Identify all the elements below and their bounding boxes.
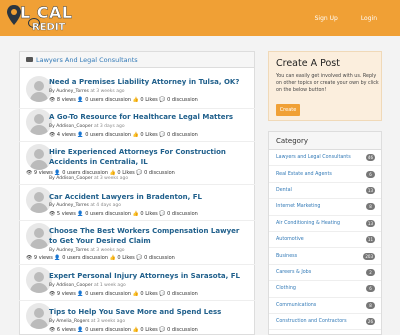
category-label[interactable]: Dental: [276, 188, 292, 193]
post-meta: By Addison_Cooper at 3 days ago: [49, 124, 125, 129]
post-meta: By Audney_Torres at 4 days ago: [49, 203, 121, 208]
divider: [19, 141, 255, 142]
category-item[interactable]: Clothing 6: [269, 281, 381, 298]
by-label: By: [49, 176, 55, 181]
author-name[interactable]: Addison_Cooper: [56, 124, 92, 129]
top-nav: Sign Up Login: [315, 0, 400, 36]
post-meta: By Addison_Cooper at 1 week ago: [49, 283, 126, 288]
by-label: By: [49, 89, 55, 94]
category-label[interactable]: Air Conditioning & Heating: [276, 221, 340, 226]
post-title[interactable]: A Go-To Resource for Healthcare Legal Ma…: [49, 113, 233, 121]
category-count: 6: [366, 285, 375, 293]
post-time: at 3 weeks ago: [90, 319, 126, 324]
top-navbar: L CAL REDIT Sign Up Login: [0, 0, 400, 36]
category-count: 11: [365, 236, 375, 244]
category-label[interactable]: Communications: [276, 303, 316, 308]
post-title[interactable]: Choose The Best Workers Compensation Law…: [49, 227, 247, 246]
post-title[interactable]: Car Accident Lawyers in Bradenton, FL: [49, 193, 202, 201]
category-item[interactable]: Real Estate and Agents 6: [269, 166, 381, 183]
category-count: 13: [365, 219, 375, 227]
create-button[interactable]: Create: [276, 104, 300, 116]
divider: [19, 184, 255, 185]
signup-link[interactable]: Sign Up: [315, 15, 338, 22]
category-count: 26: [365, 318, 375, 326]
create-post-text: You can easily get involved with us. Rep…: [276, 74, 379, 93]
divider: [19, 300, 255, 301]
post-stats: 👁 6 views 👤 0 users discussion 👍 0 Likes…: [49, 327, 198, 333]
post-stats: 👁 9 views 👤 0 users discussion 👍 0 Likes…: [49, 291, 198, 297]
author-name[interactable]: Addison_Cooper: [56, 283, 92, 288]
category-count: 2: [366, 268, 375, 276]
category-item[interactable]: Automotive 11: [269, 232, 381, 249]
category-item[interactable]: Careers & Jobs 2: [269, 265, 381, 282]
create-post-card: Create A Post You can easily get involve…: [268, 51, 382, 121]
post-meta: By Amelia_Rogers at 3 weeks ago: [49, 319, 125, 324]
category-label[interactable]: Real Estate and Agents: [276, 172, 332, 177]
post-stats: 👁 4 views 👤 0 users discussion 👍 0 Likes…: [49, 132, 198, 138]
category-label[interactable]: Internet Marketing: [276, 204, 320, 209]
panel-title[interactable]: Lawyers And Legal Consultants: [36, 56, 138, 64]
category-count: 6: [366, 170, 375, 178]
post-meta: By Audney_Torres at 3 weeks ago: [49, 248, 125, 253]
divider: [19, 264, 255, 265]
author-name[interactable]: Audney_Torres: [56, 203, 89, 208]
category-header: Category: [269, 132, 381, 150]
category-item[interactable]: Dental 13: [269, 183, 381, 200]
author-name[interactable]: Audney_Torres: [56, 89, 89, 94]
posts-panel-header: Lawyers And Legal Consultants: [20, 52, 254, 68]
author-name[interactable]: Addison_Cooper: [56, 176, 92, 181]
category-item[interactable]: Business 203: [269, 248, 381, 265]
post-time: at 3 weeks ago: [93, 176, 129, 181]
post-time: at 1 week ago: [93, 283, 126, 288]
category-label[interactable]: Automotive: [276, 237, 304, 242]
category-count: 8: [366, 203, 375, 211]
logo-text-bottom: REDIT: [32, 22, 66, 33]
post-stats: 👁 5 views 👤 0 users discussion 👍 0 Likes…: [49, 211, 198, 217]
author-name[interactable]: Audney_Torres: [56, 248, 89, 253]
post-time: at 3 weeks ago: [90, 89, 125, 94]
category-panel: Category Lawyers and Legal Consultants 46…: [268, 131, 382, 335]
site-logo[interactable]: L CAL REDIT: [6, 2, 82, 42]
avatar: [26, 267, 52, 293]
logo-text-top: L CAL: [20, 3, 73, 22]
post-title[interactable]: Need a Premises Liability Attorney in Tu…: [49, 78, 239, 86]
category-label[interactable]: Careers & Jobs: [276, 270, 311, 275]
by-label: By: [49, 283, 55, 288]
post-title[interactable]: Hire Experienced Attorneys For Construct…: [49, 148, 247, 167]
post-stats: 👁 8 views 👤 0 users discussion 👍 0 Likes…: [49, 97, 198, 103]
post-time: at 3 weeks ago: [90, 248, 125, 253]
by-label: By: [49, 248, 55, 253]
posts-list: Need a Premises Liability Attorney in Tu…: [19, 68, 255, 335]
category-count: 8: [366, 301, 375, 309]
category-item[interactable]: Internet Marketing 8: [269, 199, 381, 216]
by-label: By: [49, 203, 55, 208]
post-title[interactable]: Expert Personal Injury Attorneys in Sara…: [49, 272, 240, 280]
category-item[interactable]: Air Conditioning & Heating 13: [269, 216, 381, 232]
post-time: at 4 days ago: [90, 203, 122, 208]
author-name[interactable]: Amelia_Rogers: [56, 319, 89, 324]
divider: [19, 220, 255, 221]
folder-icon: [26, 57, 33, 62]
post-stats: 👁 9 views 👤 0 users discussion 👍 0 Likes…: [26, 255, 175, 261]
category-count: 13: [365, 186, 375, 194]
avatar: [26, 303, 52, 329]
category-count: 203: [363, 252, 375, 260]
post-time: at 3 days ago: [93, 124, 125, 129]
category-count: 46: [365, 154, 375, 162]
category-item[interactable]: Communications 8: [269, 298, 381, 314]
divider: [19, 108, 255, 109]
create-post-title: Create A Post: [276, 58, 340, 69]
post-meta: By Audney_Torres at 3 weeks ago: [49, 89, 125, 94]
category-item[interactable]: Construction and Contractors 26: [269, 314, 381, 331]
category-label[interactable]: Business: [276, 254, 297, 259]
category-label[interactable]: Clothing: [276, 286, 296, 291]
category-label[interactable]: Lawyers and Legal Consultants: [276, 155, 351, 160]
by-label: By: [49, 124, 55, 129]
login-link[interactable]: Login: [361, 15, 377, 22]
post-title[interactable]: Tips to Help You Save More and Spend Les…: [49, 308, 221, 316]
category-item[interactable]: Lawyers and Legal Consultants 46: [269, 150, 381, 167]
category-label[interactable]: Construction and Contractors: [276, 319, 347, 324]
post-meta: By Addison_Cooper at 3 weeks ago: [49, 176, 128, 181]
by-label: By: [49, 319, 55, 324]
